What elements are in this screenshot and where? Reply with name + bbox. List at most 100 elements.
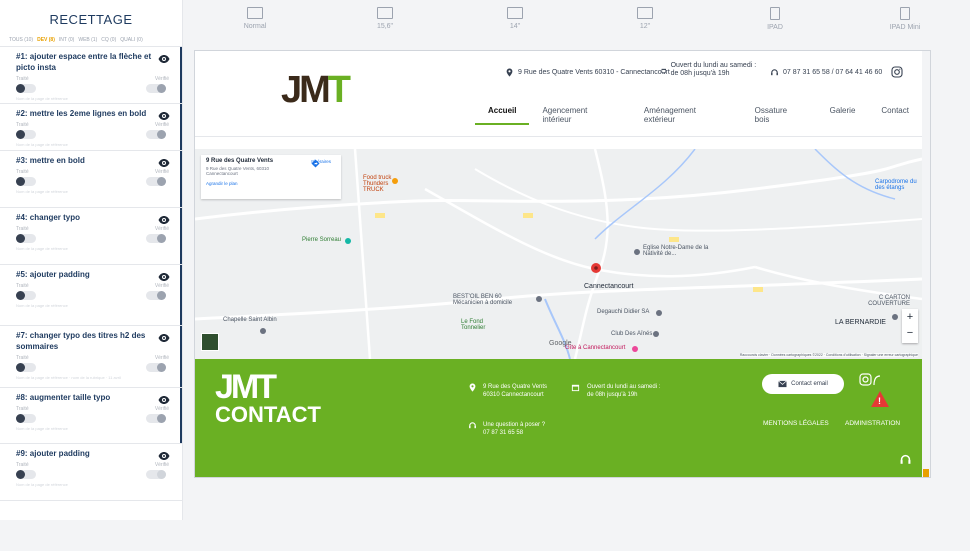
footer-admin-link[interactable]: ADMINISTRATION [845,420,900,427]
preview-scrollbar[interactable] [922,51,930,477]
footer-calendar-icon [571,384,580,392]
header-hours-text: Ouvert du lundi au samedi : de 08h jusqu… [670,62,757,77]
ticket-item[interactable]: #1: ajouter espace entre la flèche et pi… [0,47,182,104]
ticket-item[interactable]: #2: mettre les 2eme lignes en bold Traité… [0,104,182,151]
eye-icon[interactable] [158,394,170,406]
instagram-icon[interactable] [891,66,903,78]
ticket-title: #3: mettre en bold [16,156,85,165]
filter-tab[interactable]: WEB (1) [78,37,97,43]
support-headset-icon[interactable] [899,453,912,466]
device-option[interactable]: Normal [190,4,320,40]
site-preview: JMT 9 Rue des Quatre Vents 60310 - Canne… [194,50,931,478]
map-larger-link[interactable]: Agrandir le plan [206,181,336,186]
filter-tab[interactable]: INT (0) [59,37,74,43]
verified-label: Vérifié [154,462,169,468]
zoom-in-button[interactable]: + [902,309,918,325]
treated-toggle[interactable] [16,177,36,186]
eye-icon[interactable] [158,157,170,169]
ticket-meta: Nom de la page de référence [16,303,68,308]
treated-toggle[interactable] [16,130,36,139]
contact-email-button[interactable]: Contact email [762,374,844,394]
map-label-pierre: Pierre Sorreau [302,237,342,243]
verified-toggle[interactable] [146,177,166,186]
treated-label: Traité [16,122,29,128]
treated-label: Traité [16,76,29,82]
device-option[interactable]: IPAD Mini [840,4,970,40]
ticket-meta: Nom de la page de référence [16,482,68,487]
ticket-item[interactable]: #3: mettre en bold Traité Vérifié Nom de la… [0,151,182,208]
treated-toggle[interactable] [16,363,36,372]
ticket-title: #1: ajouter espace entre la flèche et pi… [16,52,152,72]
ticket-item[interactable]: #8: augmenter taille typo Traité Vérifié No… [0,388,182,444]
nav-item[interactable]: Accueil [475,106,530,125]
filter-tab[interactable]: DEV (8) [37,37,55,43]
footer-legal-link[interactable]: MENTIONS LÉGALES [763,420,829,427]
ticket-item[interactable]: #7: changer typo des titres h2 des somma… [0,326,182,388]
treated-toggle[interactable] [16,291,36,300]
treated-toggle[interactable] [16,470,36,479]
ticket-meta: Nom de la page de référence [16,426,68,431]
footer-instagram-icon[interactable] [859,373,881,390]
treated-label: Traité [16,355,29,361]
nav-item[interactable]: Aménagement extérieur [631,106,742,125]
zoom-out-button[interactable]: − [902,325,918,341]
ticket-meta: Nom de la page de référence [16,142,68,147]
map-label-bestoil: BEST'OIL BEN 60 Mécanicien à domicile [453,294,513,306]
treated-toggle[interactable] [16,414,36,423]
device-label: 15,6" [376,23,394,30]
ticket-title: #7: changer typo des titres h2 des somma… [16,331,146,351]
footer-address: 9 Rue des Quatre Vents 60310 Cannectanco… [483,384,548,398]
filter-tab[interactable]: TOUS (10) [9,37,33,43]
verified-toggle[interactable] [146,470,166,479]
treated-toggle[interactable] [16,84,36,93]
verified-toggle[interactable] [146,414,166,423]
ticket-meta: Nom de la page de référence [16,189,68,194]
device-option[interactable]: 14" [450,4,580,40]
filter-tab[interactable]: QUALI (0) [120,37,143,43]
map-label-le-fond: Le Fond Tonnelier [461,319,486,331]
treated-label: Traité [16,169,29,175]
eye-icon[interactable] [158,332,170,344]
verified-toggle[interactable] [146,234,166,243]
treated-toggle[interactable] [16,234,36,243]
ticket-meta: Nom de la page de référence · nom de la … [16,375,121,380]
map-label-carpodrome: Carpodrome du des étangs [875,179,917,191]
filter-tab[interactable]: CQ (0) [101,37,116,43]
verified-label: Vérifié [154,283,169,289]
eye-icon[interactable] [158,271,170,283]
calendar-icon [661,68,667,73]
device-option[interactable]: 15,6" [320,4,450,40]
map-satellite-toggle[interactable] [201,333,219,351]
map-attribution: Raccourcis clavier · Données cartographi… [739,353,918,357]
device-option[interactable]: IPAD [710,4,840,40]
eye-icon[interactable] [158,450,170,462]
nav-item[interactable]: Contact [868,106,922,125]
nav-item[interactable]: Galerie [817,106,869,125]
footer-location-icon [469,383,476,392]
map-zoom-control[interactable]: + − [902,309,918,343]
site-footer: JMT CONTACT 9 Rue des Quatre Vents 60310… [195,359,922,477]
jmt-logo[interactable]: JMT [281,69,351,112]
footer-question: Une question à poser ? 07 87 31 65 58 [483,422,546,436]
device-label: 14" [509,23,521,30]
google-map[interactable]: 9 Rue des Quatre Vents 9 Rue des Quatre … [195,149,922,359]
preview-scroll-thumb[interactable] [923,469,929,477]
device-label: IPAD [767,24,783,31]
nav-item[interactable]: Ossature bois [742,106,817,125]
eye-icon[interactable] [158,53,170,65]
ticket-item[interactable]: #4: changer typo Traité Vérifié Nom de la p… [0,208,182,265]
verified-toggle[interactable] [146,363,166,372]
header-hours: Ouvert du lundi au samedi : de 08h jusqu… [661,62,761,78]
device-option[interactable]: 12" [580,4,710,40]
verified-toggle[interactable] [146,84,166,93]
ticket-item[interactable]: #5: ajouter padding Traité Vérifié Nom de l… [0,265,182,326]
ticket-item[interactable]: #9: ajouter padding Traité Vérifié Nom de l… [0,444,182,501]
eye-icon[interactable] [158,214,170,226]
verified-toggle[interactable] [146,130,166,139]
nav-item[interactable]: Agencement intérieur [529,106,630,125]
site-header: JMT 9 Rue des Quatre Vents 60310 - Canne… [195,51,922,136]
verified-toggle[interactable] [146,291,166,300]
map-directions-link[interactable]: Itinéraires [311,159,331,168]
eye-icon[interactable] [158,110,170,122]
tablet-icon [770,7,780,20]
